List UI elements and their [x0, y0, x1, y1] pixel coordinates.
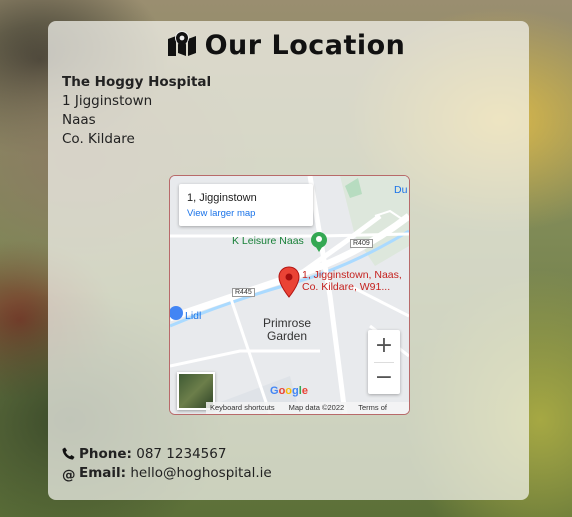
- zoom-in-button[interactable]: +: [368, 330, 400, 362]
- poi-leisure-label[interactable]: K Leisure Naas: [232, 235, 304, 247]
- road-shield: R445: [232, 288, 255, 297]
- phone-label: Phone:: [79, 446, 132, 462]
- page-title-text: Our Location: [204, 30, 406, 61]
- map-zoom-controls: + −: [368, 330, 400, 394]
- phone-value[interactable]: 087 1234567: [136, 446, 226, 462]
- embedded-google-map[interactable]: 1, Jigginstown View larger map K Leisure…: [169, 175, 410, 415]
- map-data-text: Map data ©2022: [288, 403, 345, 412]
- address-line: 1 Jigginstown: [62, 93, 153, 109]
- place-info-card: 1, Jigginstown View larger map: [179, 184, 313, 226]
- marker-label: 1, Jigginstown, Naas, Co. Kildare, W91..…: [302, 269, 402, 293]
- place-title: 1, Jigginstown: [187, 192, 257, 204]
- keyboard-shortcuts-link[interactable]: Keyboard shortcuts: [210, 403, 275, 412]
- zoom-out-button[interactable]: −: [368, 362, 400, 394]
- phone-icon: [62, 447, 76, 464]
- google-logo: Google: [270, 385, 308, 397]
- address-line: Naas: [62, 112, 96, 128]
- map-marked-icon: [167, 31, 197, 64]
- email-value[interactable]: hello@hoghospital.ie: [130, 465, 271, 481]
- email-label: Email:: [79, 465, 127, 481]
- map-attribution-bar: Keyboard shortcuts Map data ©2022 Terms of…: [206, 402, 409, 414]
- address-name: The Hoggy Hospital: [62, 74, 212, 90]
- view-larger-map-link[interactable]: View larger map: [187, 208, 255, 219]
- road-shield: R409: [350, 239, 373, 248]
- contact-email: @ Email: hello@hoghospital.ie: [62, 465, 272, 483]
- edge-place-label: Du: [394, 184, 408, 196]
- marker-label-line: 1, Jigginstown, Naas,: [302, 269, 402, 281]
- contact-phone: Phone: 087 1234567: [62, 446, 226, 464]
- at-sign-icon: @: [62, 467, 76, 483]
- area-label-line: Garden: [266, 329, 308, 343]
- area-label: Primrose Garden: [263, 317, 311, 343]
- page-title: Our Location: [0, 30, 572, 64]
- address-block: The Hoggy Hospital 1 Jigginstown Naas Co…: [62, 73, 211, 149]
- poi-lidl-label[interactable]: Lidl: [185, 310, 201, 322]
- address-line: Co. Kildare: [62, 131, 135, 147]
- marker-label-line: Co. Kildare, W91...: [302, 281, 391, 293]
